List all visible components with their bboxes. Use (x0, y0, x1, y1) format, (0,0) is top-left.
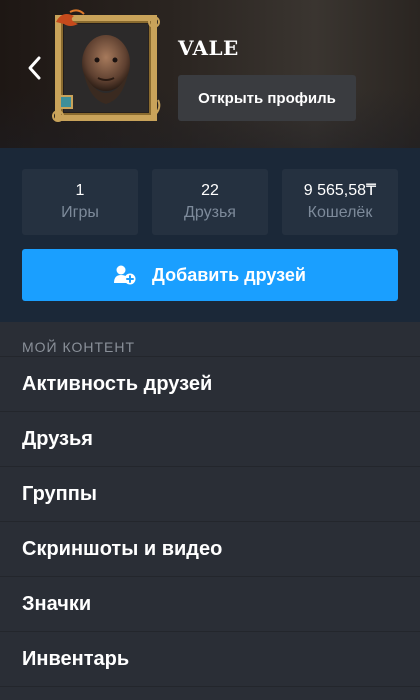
add-friends-label: Добавить друзей (152, 264, 306, 285)
section-title: МОЙ КОНТЕНТ (22, 339, 136, 355)
avatar-frame (52, 9, 161, 122)
menu-item-friends[interactable]: Друзья (0, 412, 420, 467)
add-friends-button[interactable]: Добавить друзей (22, 249, 398, 301)
stat-friends[interactable]: 22 Друзья (152, 169, 268, 235)
stat-wallet[interactable]: 9 565,58₸ Кошелёк (282, 169, 398, 235)
profile-header: VALE Открыть профиль (0, 0, 420, 148)
username: VALE (178, 36, 239, 60)
menu-item-friends-activity[interactable]: Активность друзей (0, 357, 420, 412)
menu-item-groups[interactable]: Группы (0, 467, 420, 522)
open-profile-button[interactable]: Открыть профиль (178, 75, 356, 121)
back-button[interactable] (18, 52, 50, 84)
stat-label: Кошелёк (307, 204, 373, 221)
stat-value: 9 565,58₸ (303, 182, 377, 199)
menu-item-screenshots-videos[interactable]: Скриншоты и видео (0, 522, 420, 577)
avatar[interactable] (48, 8, 166, 126)
content-menu: Активность друзей Друзья Группы Скриншот… (0, 356, 420, 687)
stat-games[interactable]: 1 Игры (22, 169, 138, 235)
chevron-left-icon (28, 56, 41, 80)
my-content-section: МОЙ КОНТЕНТ Активность друзей Друзья Гру… (0, 322, 420, 700)
stat-label: Игры (61, 204, 99, 221)
stat-value: 1 (75, 182, 85, 199)
stats-row: 1 Игры 22 Друзья 9 565,58₸ Кошелёк (22, 169, 398, 235)
add-user-icon (114, 265, 136, 285)
stat-label: Друзья (184, 204, 236, 221)
menu-item-badges[interactable]: Значки (0, 577, 420, 632)
menu-item-inventory[interactable]: Инвентарь (0, 632, 420, 687)
stat-value: 22 (201, 182, 219, 199)
